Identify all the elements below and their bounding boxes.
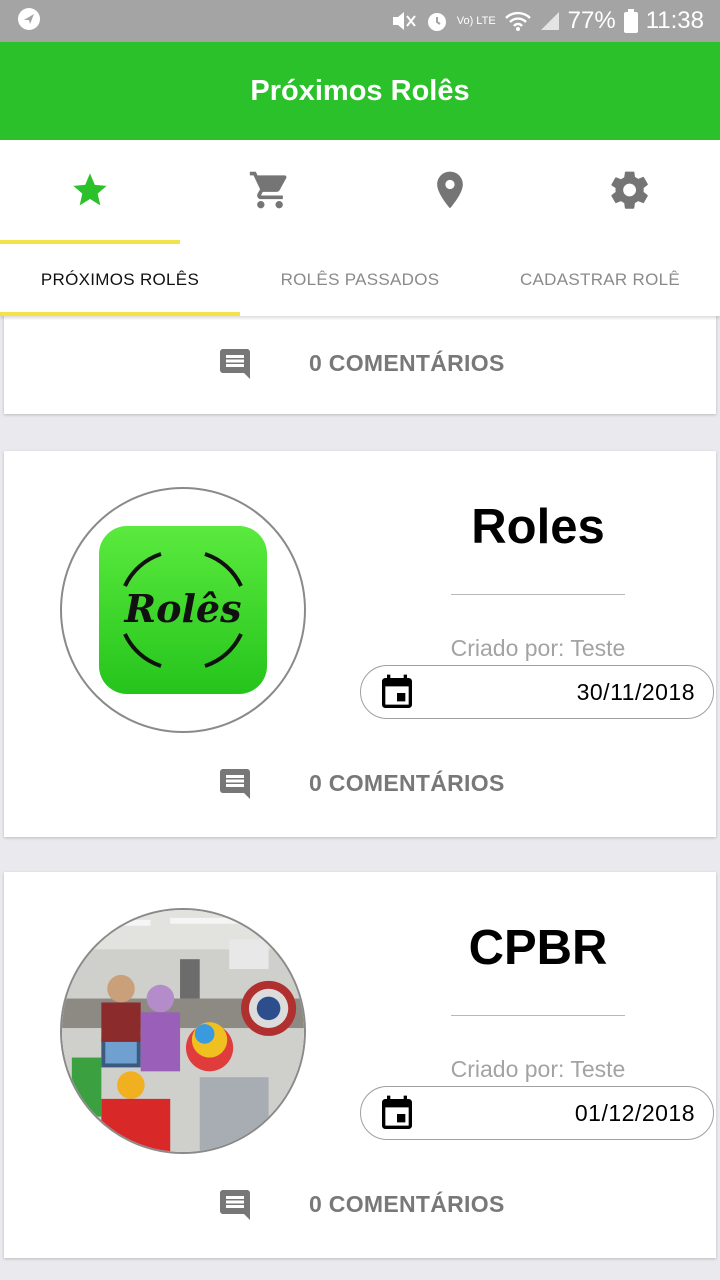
comments-button[interactable]: 0 COMENTÁRIOS <box>4 344 716 384</box>
tab-cadastrar-role[interactable]: CADASTRAR ROLÊ <box>480 244 720 316</box>
mute-icon <box>391 9 417 33</box>
icon-tab-bar <box>0 140 720 244</box>
location-pin-icon <box>428 168 472 217</box>
event-title: CPBR <box>468 921 608 975</box>
text-tab-bar: PRÓXIMOS ROLÊS ROLÊS PASSADOS CADASTRAR … <box>0 244 720 316</box>
page-title: Próximos Rolês <box>250 74 470 107</box>
event-card[interactable]: 0 COMENTÁRIOS <box>4 316 716 414</box>
comments-count: 0 COMENTÁRIOS <box>309 350 505 376</box>
event-list[interactable]: 0 COMENTÁRIOS Rolês Roles Criado por: Te… <box>0 316 720 1280</box>
divider <box>451 1015 625 1016</box>
comment-icon <box>216 346 254 387</box>
comments-button[interactable]: 0 COMENTÁRIOS <box>4 1185 716 1225</box>
wifi-icon <box>504 10 532 32</box>
calendar-icon <box>377 673 417 718</box>
event-photo <box>62 910 304 1152</box>
divider <box>451 594 625 595</box>
tab-settings[interactable] <box>540 140 720 244</box>
event-image <box>60 908 306 1154</box>
event-title: Roles <box>471 500 605 554</box>
event-creator: Criado por: Teste <box>450 635 626 661</box>
signal-icon <box>540 11 560 31</box>
event-date: 01/12/2018 <box>574 1100 695 1126</box>
battery-percent: 77% <box>567 7 616 34</box>
comment-icon <box>216 766 254 807</box>
tab-proximos-roles[interactable]: PRÓXIMOS ROLÊS <box>0 244 240 316</box>
comment-icon <box>216 1187 254 1228</box>
tab-cart[interactable] <box>180 140 360 244</box>
event-date-field: 01/12/2018 <box>360 1086 714 1140</box>
app-bar: Próximos Rolês <box>0 42 720 140</box>
alarm-icon <box>425 9 449 33</box>
calendar-icon <box>377 1094 417 1139</box>
navigation-notification-icon <box>16 6 42 37</box>
battery-icon <box>623 9 638 33</box>
volte-lte-icon: Vo) LTE <box>456 14 496 27</box>
event-creator: Criado por: Teste <box>450 1056 626 1082</box>
logo-text: Rolês <box>124 586 242 631</box>
status-time: 11:38 <box>645 7 704 34</box>
comments-count: 0 COMENTÁRIOS <box>309 770 505 796</box>
event-card[interactable]: Rolês Roles Criado por: Teste 30/11/2018… <box>4 451 716 837</box>
event-date-field: 30/11/2018 <box>360 665 714 719</box>
status-bar: Vo) LTE 77% 11:38 <box>0 0 720 42</box>
comments-button[interactable]: 0 COMENTÁRIOS <box>4 764 716 804</box>
cart-icon <box>248 168 292 217</box>
gear-icon <box>608 168 652 217</box>
tab-favorites[interactable] <box>0 140 180 244</box>
comments-count: 0 COMENTÁRIOS <box>309 1191 505 1217</box>
event-image: Rolês <box>60 487 306 733</box>
tab-roles-passados[interactable]: ROLÊS PASSADOS <box>240 244 480 316</box>
star-icon <box>70 170 110 215</box>
event-date: 30/11/2018 <box>576 679 695 705</box>
tab-location[interactable] <box>360 140 540 244</box>
roles-logo: Rolês <box>99 526 267 694</box>
event-card[interactable]: CPBR Criado por: Teste 01/12/2018 0 COME… <box>4 872 716 1258</box>
